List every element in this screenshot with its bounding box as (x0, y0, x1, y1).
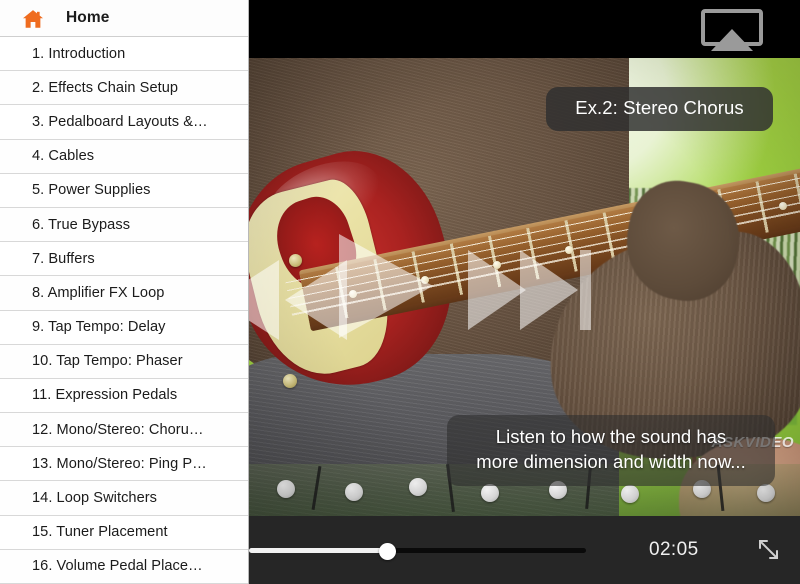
sidebar-item-1[interactable]: 1. Introduction (0, 37, 248, 72)
pedal-cable (311, 466, 322, 510)
sidebar-item-3[interactable]: 3. Pedalboard Layouts &… (0, 105, 248, 140)
sidebar-item-12[interactable]: 12. Mono/Stereo: Choru… (0, 413, 248, 448)
fret-marker-dot (565, 246, 573, 254)
fret-marker-dot (493, 261, 501, 269)
seek-thumb[interactable] (378, 543, 396, 560)
video-caption-overlay: Listen to how the sound has more dimensi… (447, 415, 775, 486)
sidebar-item-4[interactable]: 4. Cables (0, 139, 248, 174)
guitar-knob (289, 254, 302, 267)
sidebar-item-11[interactable]: 11. Expression Pedals (0, 378, 248, 414)
airplay-icon[interactable] (701, 9, 763, 51)
sidebar-item-15[interactable]: 15. Tuner Placement (0, 515, 248, 550)
video-pane[interactable]: ASKVIDEO Ex.2: Stereo Chorus (249, 0, 800, 584)
pedal-knob (345, 483, 363, 501)
video-title-overlay: Ex.2: Stereo Chorus (546, 87, 773, 131)
fret-marker-dot (779, 202, 787, 210)
pedal-knob (277, 480, 295, 498)
video-player-app: Home 1. Introduction 2. Effects Chain Se… (0, 0, 800, 584)
chapter-list: 1. Introduction 2. Effects Chain Setup 3… (0, 37, 248, 584)
sidebar-item-2[interactable]: 2. Effects Chain Setup (0, 71, 248, 106)
guitar-knob (283, 374, 297, 388)
video-topbar (249, 0, 800, 58)
fret-marker-dot (421, 276, 429, 284)
pedal-knob (621, 485, 639, 503)
sidebar-item-9[interactable]: 9. Tap Tempo: Delay (0, 310, 248, 345)
sidebar-item-10[interactable]: 10. Tap Tempo: Phaser (0, 344, 248, 379)
fret-marker-dot (349, 290, 357, 298)
home-icon[interactable] (22, 9, 44, 29)
pedal-knob (757, 484, 775, 502)
sidebar-item-13[interactable]: 13. Mono/Stereo: Ping P… (0, 447, 248, 482)
chapter-sidebar: Home 1. Introduction 2. Effects Chain Se… (0, 0, 249, 584)
sidebar-item-7[interactable]: 7. Buffers (0, 242, 248, 277)
sidebar-item-14[interactable]: 14. Loop Switchers (0, 481, 248, 516)
sidebar-item-5[interactable]: 5. Power Supplies (0, 173, 248, 208)
caption-line-1: Listen to how the sound has (495, 426, 727, 447)
seek-progress-fill (249, 548, 388, 553)
sidebar-item-16[interactable]: 16. Volume Pedal Place… (0, 549, 248, 584)
sidebar-header-title: Home (66, 9, 110, 26)
sidebar-header[interactable]: Home (0, 0, 248, 37)
sidebar-item-8[interactable]: 8. Amplifier FX Loop (0, 276, 248, 311)
video-control-bar: 02:05 (249, 516, 800, 584)
sidebar-item-6[interactable]: 6. True Bypass (0, 207, 248, 243)
pedal-knob (481, 484, 499, 502)
seek-bar[interactable] (249, 543, 586, 560)
pedal-knob (409, 478, 427, 496)
current-time-label: 02:05 (649, 539, 699, 560)
fullscreen-icon[interactable] (756, 537, 782, 563)
caption-line-2: more dimension and width now... (476, 451, 746, 472)
